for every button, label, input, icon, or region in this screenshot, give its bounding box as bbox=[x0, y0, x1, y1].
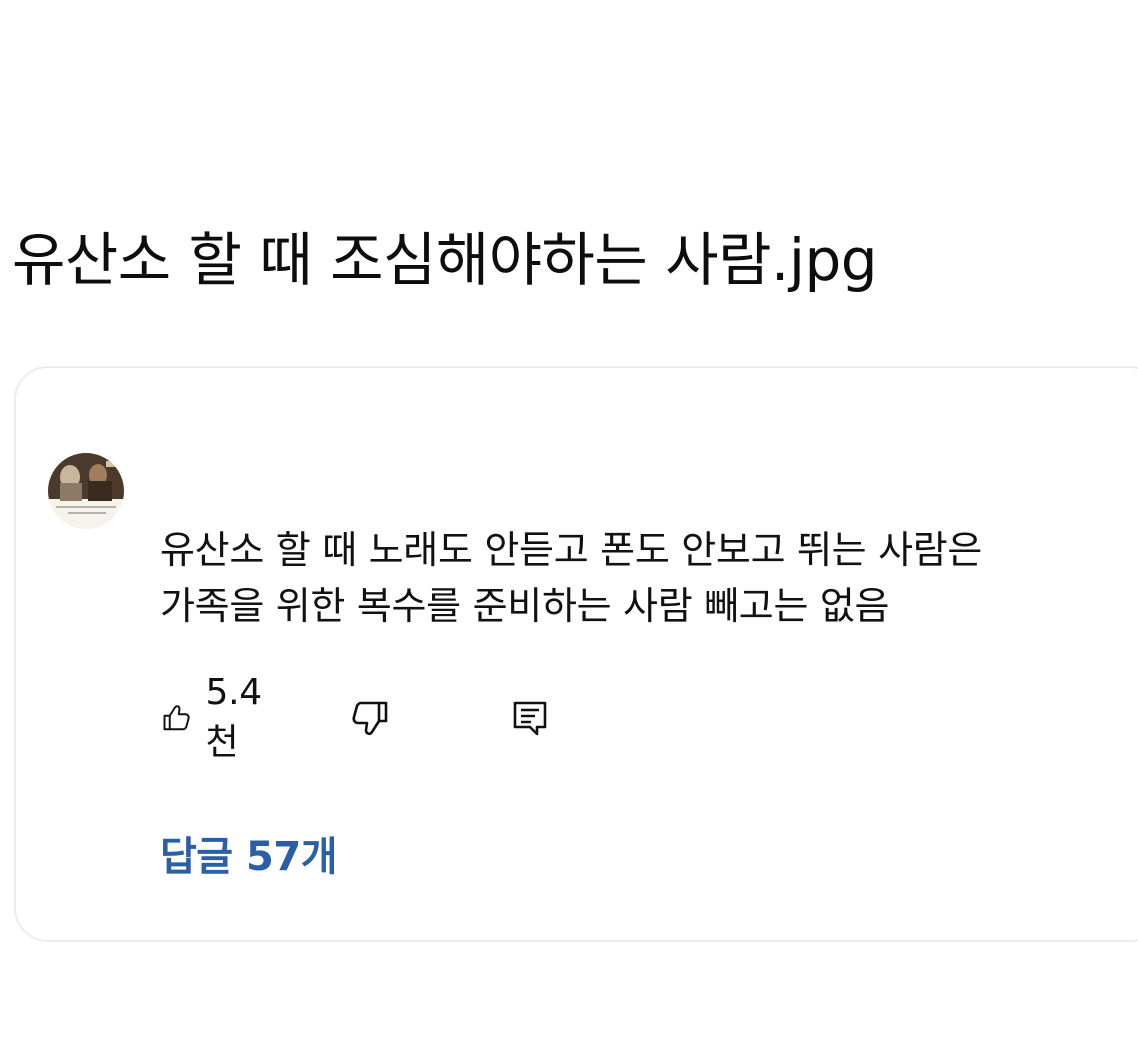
dislike-button[interactable] bbox=[350, 690, 392, 746]
comment-text: 유산소 할 때 노래도 안듣고 폰도 안보고 뛰는 사람은 가족을 위한 복수를… bbox=[160, 522, 982, 634]
post-title: 유산소 할 때 조심해야하는 사람.jpg bbox=[12, 226, 878, 294]
thumbs-up-icon bbox=[163, 705, 190, 731]
comment-line: 가족을 위한 복수를 준비하는 사람 빼고는 없음 bbox=[160, 584, 890, 628]
like-button[interactable]: 5.4천 bbox=[160, 672, 272, 763]
view-replies-button[interactable]: 답글 57개 bbox=[160, 824, 338, 882]
avatar[interactable] bbox=[48, 453, 124, 529]
reply-button[interactable] bbox=[510, 690, 550, 746]
avatar-image-icon bbox=[48, 453, 124, 529]
reply-icon bbox=[513, 701, 547, 736]
comment-line: 유산소 할 때 노래도 안듣고 폰도 안보고 뛰는 사람은 bbox=[160, 528, 983, 572]
page: 유산소 할 때 조심해야하는 사람.jpg 유산소 할 때 노래도 안듣고 폰도… bbox=[0, 0, 1138, 1060]
thumbs-down-icon bbox=[352, 701, 388, 736]
like-count: 5.4천 bbox=[205, 671, 262, 763]
